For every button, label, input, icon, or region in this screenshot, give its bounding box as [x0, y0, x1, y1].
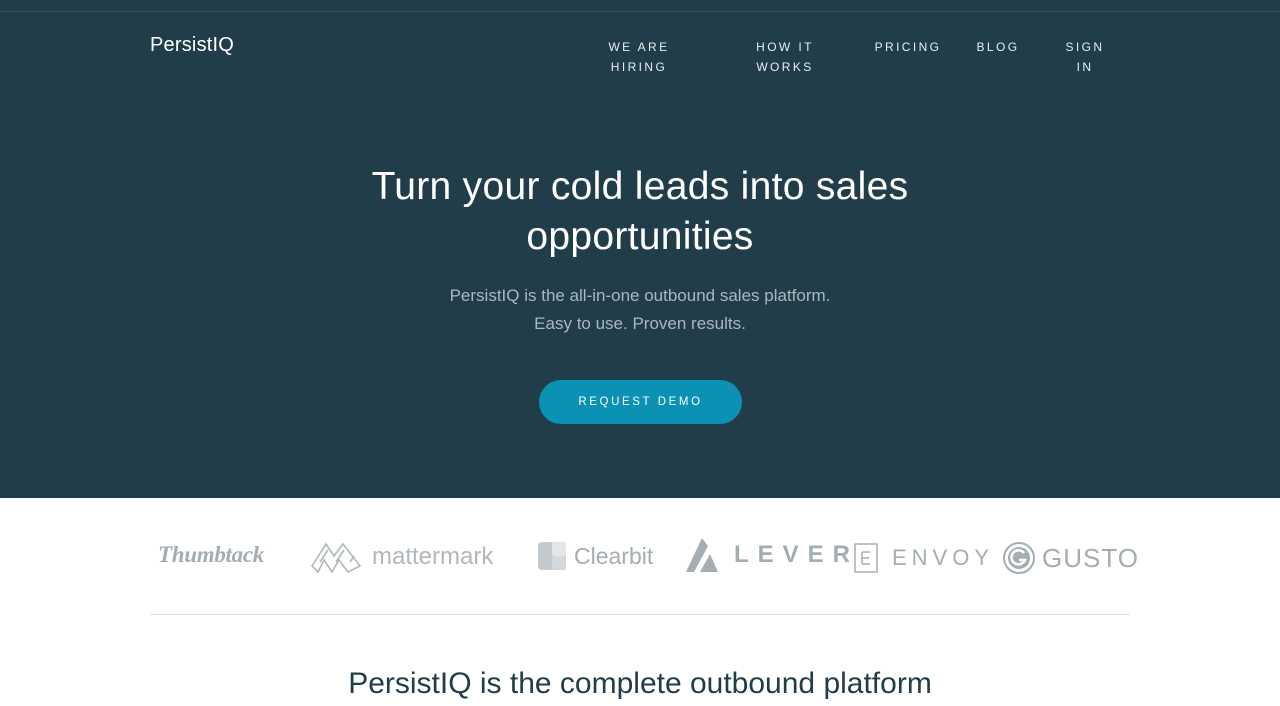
lever-icon — [686, 538, 718, 572]
mattermark-logo: mattermark — [310, 540, 493, 574]
lever-wordmark: LEVER — [734, 541, 860, 568]
thumbtack-wordmark: Thumbtack — [158, 542, 264, 567]
clearbit-wordmark: Clearbit — [574, 542, 654, 569]
hero-subtitle-line2: Easy to use. Proven results. — [534, 314, 746, 333]
nav-how-it-works[interactable]: HOW IT WORKS — [750, 37, 820, 77]
clearbit-logo: Clearbit — [538, 542, 653, 570]
envoy-logo: ENVOY — [854, 543, 994, 573]
mattermark-wordmark: mattermark — [372, 543, 494, 570]
top-rule — [0, 11, 1280, 12]
gusto-wordmark: GUSTO — [1042, 542, 1139, 573]
envoy-wordmark: ENVOY — [892, 545, 995, 570]
hero-subtitle-line1: PersistIQ is the all-in-one outbound sal… — [449, 286, 831, 305]
section-title: PersistIQ is the complete outbound platf… — [348, 667, 932, 700]
nav-we-are-hiring[interactable]: WE ARE HIRING — [603, 37, 675, 77]
envoy-icon — [854, 543, 878, 573]
nav-pricing[interactable]: PRICING — [870, 37, 946, 57]
request-demo-button[interactable]: REQUEST DEMO — [539, 380, 742, 424]
brand-logo[interactable]: PersistIQ — [150, 34, 234, 57]
nav-sign-in[interactable]: SIGN IN — [1062, 37, 1108, 77]
gusto-logo: GUSTO — [1002, 541, 1139, 575]
hero-subtitle: PersistIQ is the all-in-one outbound sal… — [340, 282, 940, 338]
mattermark-icon — [310, 542, 362, 574]
hero-section: PersistIQ WE ARE HIRING HOW IT WORKS PRI… — [0, 0, 1280, 498]
nav-blog[interactable]: BLOG — [970, 37, 1026, 57]
thumbtack-logo: Thumbtack — [158, 542, 264, 568]
gusto-icon — [1003, 542, 1035, 574]
hero-title: Turn your cold leads into sales opportun… — [371, 165, 909, 258]
lever-logo: LEVER — [686, 538, 859, 572]
section-divider — [150, 614, 1130, 615]
clearbit-icon — [538, 542, 566, 570]
